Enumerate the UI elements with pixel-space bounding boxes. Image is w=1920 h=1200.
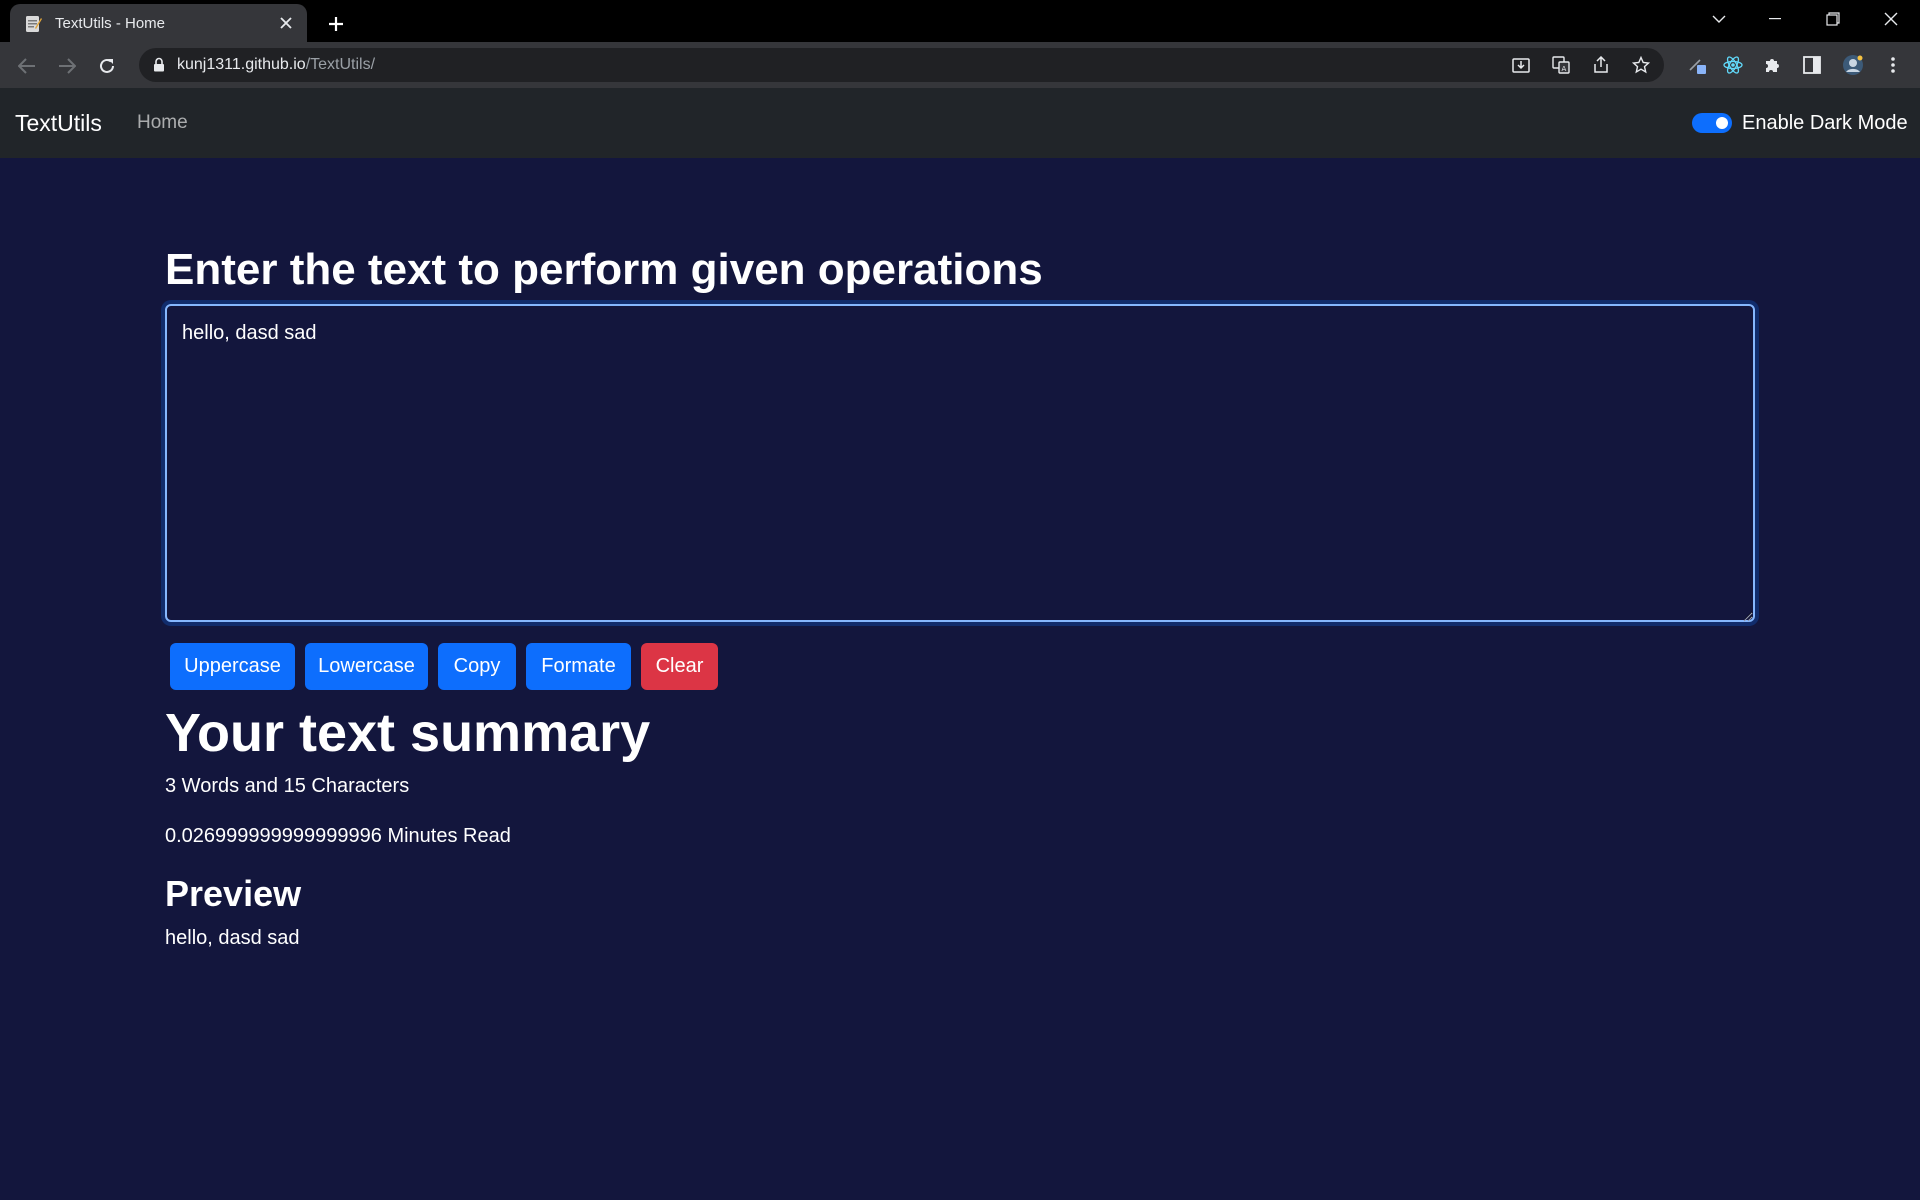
url-host: kunj1311.github.io: [177, 56, 306, 73]
resize-handle-icon[interactable]: [1742, 609, 1752, 622]
preview-title: Preview: [165, 873, 302, 914]
extensions-puzzle-icon[interactable]: [1762, 54, 1784, 76]
browser-tab[interactable]: TextUtils - Home: [10, 4, 307, 42]
tab-title: TextUtils - Home: [55, 14, 166, 32]
navbar-brand[interactable]: TextUtils: [15, 88, 102, 158]
tab-close-icon[interactable]: [275, 12, 297, 34]
forward-arrow-icon[interactable]: [50, 49, 84, 83]
back-arrow-icon[interactable]: [10, 49, 44, 83]
preview-text: hello, dasd sad: [165, 927, 300, 949]
dark-mode-label[interactable]: Enable Dark Mode: [1742, 108, 1908, 138]
summary-title: Your text summary: [165, 703, 651, 763]
browser-tabstrip: TextUtils - Home: [0, 0, 1920, 42]
address-bar[interactable]: kunj1311.github.io/TextUtils/ A: [139, 48, 1664, 82]
word-char-count: 3 Words and 15 Characters: [165, 775, 410, 797]
share-icon[interactable]: [1591, 55, 1611, 75]
lowercase-button[interactable]: Lowercase: [305, 643, 428, 690]
toggle-knob: [1716, 117, 1728, 129]
copy-button[interactable]: Copy: [438, 643, 516, 690]
svg-text:A: A: [1562, 65, 1567, 73]
url-path: /TextUtils/: [305, 56, 376, 73]
lock-icon[interactable]: [153, 57, 167, 73]
uppercase-button[interactable]: Uppercase: [170, 643, 295, 690]
nav-link-home[interactable]: Home: [137, 88, 188, 158]
formate-button[interactable]: Formate: [526, 643, 631, 690]
profile-avatar-icon[interactable]: [1842, 54, 1864, 76]
tab-search-chevron-icon[interactable]: [1696, 4, 1742, 34]
text-input-area[interactable]: [165, 304, 1755, 622]
browser-menu-icon[interactable]: [1882, 54, 1904, 76]
url-text[interactable]: kunj1311.github.io/TextUtils/: [177, 48, 375, 82]
side-panel-icon[interactable]: [1801, 54, 1823, 76]
install-app-icon[interactable]: [1511, 55, 1531, 75]
dark-mode-toggle[interactable]: [1692, 113, 1732, 133]
browser-toolbar: kunj1311.github.io/TextUtils/ A: [0, 42, 1920, 88]
extension-pen-icon[interactable]: [1686, 54, 1708, 76]
reload-icon[interactable]: [90, 49, 124, 83]
page-heading: Enter the text to perform given operatio…: [165, 245, 1043, 294]
react-devtools-icon[interactable]: [1722, 54, 1744, 76]
translate-icon[interactable]: A: [1551, 55, 1571, 75]
notepad-favicon-icon: [25, 14, 42, 33]
restore-window-icon[interactable]: [1810, 4, 1856, 34]
read-time: 0.026999999999999996 Minutes Read: [165, 825, 511, 847]
site-navbar: TextUtils Home: [0, 88, 1920, 158]
new-tab-icon[interactable]: [321, 9, 351, 39]
bookmark-star-icon[interactable]: [1631, 55, 1651, 75]
clear-button[interactable]: Clear: [641, 643, 718, 690]
close-window-icon[interactable]: [1868, 4, 1914, 34]
minimize-window-icon[interactable]: [1752, 4, 1798, 34]
